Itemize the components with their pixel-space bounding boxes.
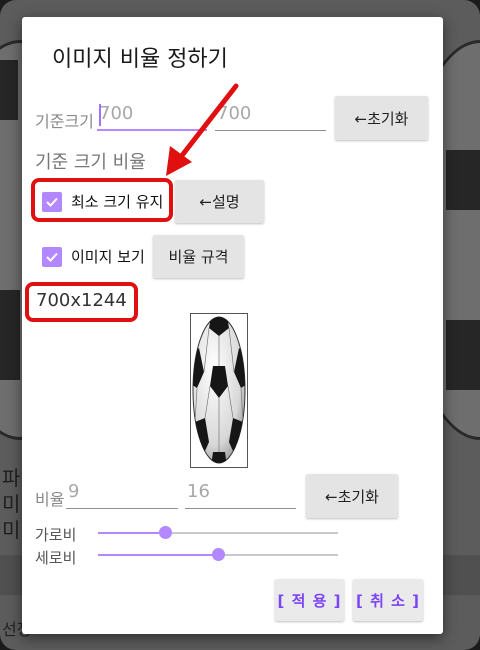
background-ball-patch — [0, 290, 20, 380]
base-width-input[interactable]: 700 — [97, 99, 207, 131]
ratio-standard-button[interactable]: 비율 규격 — [153, 235, 244, 278]
background-text: 미 — [2, 492, 21, 516]
dialog-title: 이미지 비율 정하기 — [52, 47, 228, 72]
height-ratio-slider-thumb[interactable] — [211, 548, 225, 561]
text-caret — [99, 104, 101, 126]
highlight-box — [25, 282, 138, 322]
help-button[interactable]: ←설명 — [175, 180, 264, 223]
aspect-ratio-dialog: 이미지 비율 정하기 기준크기 700 700 ←초기화 기준 크기 비율 최소… — [22, 17, 443, 634]
ratio-label: 비율 — [35, 490, 65, 509]
ratio-reset-button[interactable]: ←초기화 — [306, 474, 398, 518]
background-ball-patch — [0, 60, 18, 120]
apply-button[interactable]: [ 적 용 ] — [275, 579, 344, 621]
width-ratio-slider-fill — [98, 532, 166, 534]
height-ratio-slider-fill — [98, 554, 218, 556]
background-ball-patch — [446, 320, 480, 390]
background-ball-patch — [446, 150, 480, 210]
base-width-value: 700 — [99, 103, 134, 124]
width-ratio-slider[interactable] — [98, 526, 338, 539]
show-image-label: 이미지 보기 — [71, 248, 145, 266]
show-image-checkbox[interactable]: 이미지 보기 — [42, 246, 145, 267]
base-size-label: 기준크기 — [35, 112, 94, 131]
base-size-reset-button[interactable]: ←초기화 — [335, 96, 428, 140]
soccer-ball-image — [192, 316, 246, 464]
height-ratio-slider[interactable] — [98, 548, 338, 561]
base-height-input[interactable]: 700 — [215, 99, 326, 131]
width-ratio-slider-thumb[interactable] — [158, 526, 172, 539]
ratio-section-label: 기준 크기 비율 — [35, 152, 146, 173]
image-preview — [190, 313, 248, 468]
ratio-height-value: 16 — [187, 481, 210, 502]
width-ratio-slider-label: 가로비 — [35, 526, 77, 544]
base-height-value: 700 — [217, 103, 252, 124]
checkbox-checked-icon — [42, 246, 62, 267]
highlight-box — [31, 178, 173, 222]
height-ratio-slider-label: 세로비 — [35, 549, 77, 567]
ratio-width-value: 9 — [68, 481, 80, 502]
background-text: 미 — [2, 518, 21, 542]
ratio-height-input[interactable]: 16 — [185, 477, 296, 509]
cancel-button[interactable]: [ 취 소 ] — [353, 579, 423, 621]
ratio-width-input[interactable]: 9 — [66, 477, 178, 509]
